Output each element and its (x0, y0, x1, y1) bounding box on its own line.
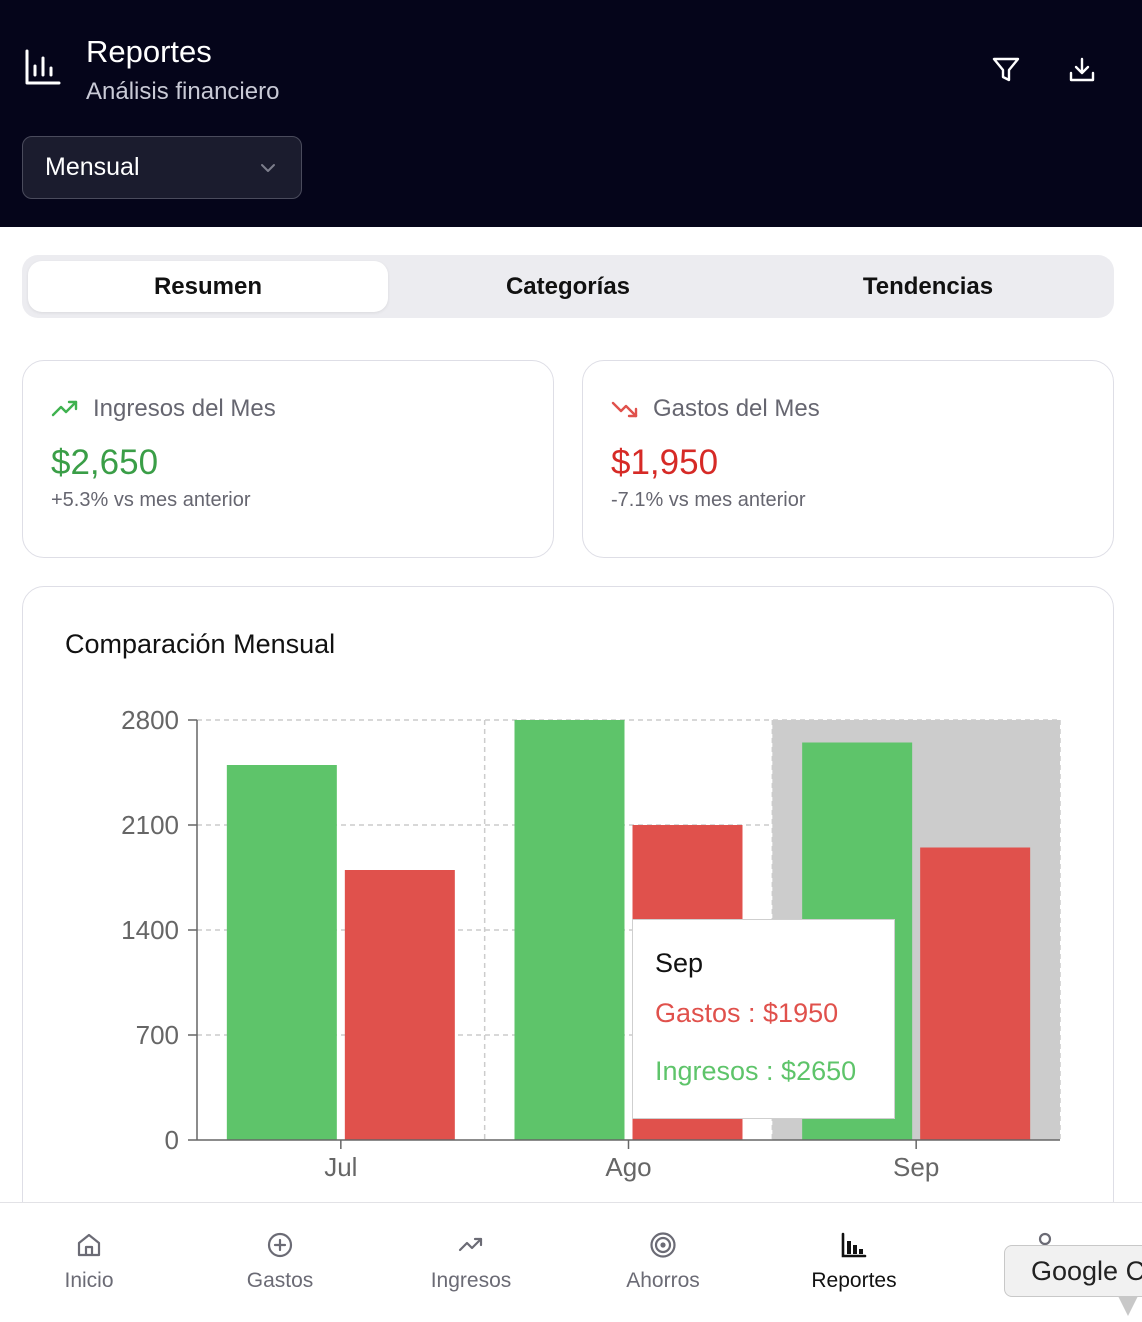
bottom-nav: Inicio Gastos Ingresos Ahorros Reportes (0, 1202, 1142, 1322)
x-tick-label: Jul (324, 1152, 357, 1182)
y-tick-label: 700 (136, 1020, 179, 1050)
nav-label-inicio: Inicio (64, 1269, 114, 1292)
home-icon (77, 1233, 101, 1257)
browser-tooltip-tail (1118, 1296, 1138, 1316)
x-tick-label: Ago (605, 1152, 651, 1182)
bar-gastos-sep (920, 847, 1031, 1140)
nav-label-ahorros: Ahorros (626, 1269, 700, 1292)
trending-up-icon (458, 1237, 483, 1252)
nav-label-reportes: Reportes (811, 1269, 897, 1292)
bar-gastos-jul (344, 870, 455, 1140)
plus-circle-icon (267, 1232, 293, 1258)
tooltip-ingresos: Ingresos : $2650 (655, 1056, 857, 1086)
y-tick-label: 0 (165, 1125, 179, 1155)
tooltip-title: Sep (655, 948, 704, 978)
y-tick-label: 2100 (121, 810, 179, 840)
nav-label-gastos: Gastos (246, 1269, 314, 1292)
monthly-comparison-chart: 0 700 1400 2100 2800 Jul Ago Sep (121, 705, 1061, 1182)
y-tick-label: 2800 (121, 705, 179, 735)
nav-label-ingresos: Ingresos (430, 1269, 512, 1292)
y-tick-label: 1400 (121, 915, 179, 945)
bar-ingresos-jul (226, 765, 337, 1140)
tooltip-gastos: Gastos : $1950 (655, 998, 839, 1028)
chart-tooltip: Sep Gastos : $1950 Ingresos : $2650 (632, 919, 895, 1119)
browser-tooltip: Google C (1004, 1245, 1142, 1297)
x-tick-label: Sep (893, 1152, 939, 1182)
nav-item-ingresos[interactable]: Ingresos (396, 1203, 546, 1322)
target-icon (650, 1232, 676, 1258)
nav-item-inicio[interactable]: Inicio (14, 1203, 164, 1322)
nav-item-reportes[interactable]: Reportes (779, 1203, 929, 1322)
bar-chart-icon (841, 1232, 867, 1258)
nav-item-ahorros[interactable]: Ahorros (588, 1203, 738, 1322)
nav-item-gastos[interactable]: Gastos (205, 1203, 355, 1322)
bar-ingresos-ago (514, 720, 625, 1140)
